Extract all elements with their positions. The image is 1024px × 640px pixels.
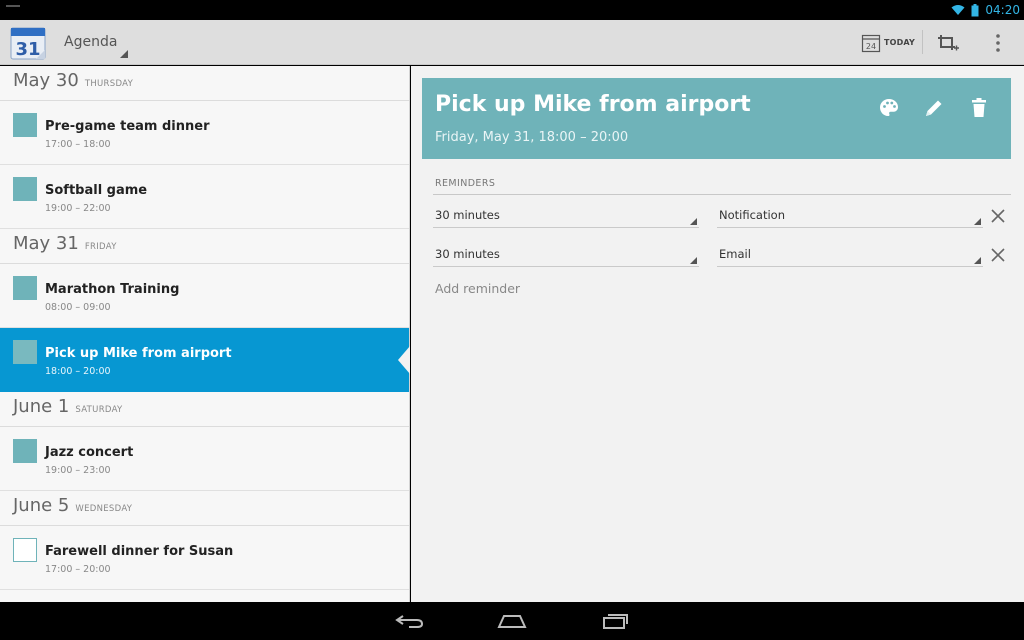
reminder-time-select[interactable]: 30 minutes — [433, 243, 699, 267]
add-reminder-button[interactable]: Add reminder — [435, 281, 520, 296]
home-button[interactable] — [484, 606, 540, 636]
status-time: 04:20 — [985, 3, 1020, 17]
new-event-button[interactable] — [924, 20, 972, 65]
today-icon: 24 — [861, 34, 881, 52]
status-icons: 04:20 — [951, 0, 1020, 20]
event-row[interactable]: Marathon Training 08:00 – 09:00 — [0, 264, 409, 328]
reminders-label: REMINDERS — [435, 178, 496, 189]
event-row[interactable]: Pre-game team dinner 17:00 – 18:00 — [0, 101, 409, 165]
remove-reminder-button[interactable] — [987, 244, 1009, 266]
event-header: Pick up Mike from airport Friday, May 31… — [422, 78, 1011, 159]
battery-icon — [971, 3, 979, 16]
reminder-method-select[interactable]: Email — [717, 243, 983, 267]
day-date: June 5 — [13, 495, 70, 516]
remove-reminder-button[interactable] — [987, 205, 1009, 227]
reminders-divider — [433, 194, 1011, 195]
event-row[interactable]: Jazz concert 19:00 – 23:00 — [0, 427, 409, 491]
spinner-arrow-icon — [690, 257, 697, 264]
event-detail-panel: Pick up Mike from airport Friday, May 31… — [411, 66, 1024, 602]
overflow-menu-button[interactable] — [976, 20, 1020, 65]
view-selector[interactable]: Agenda — [56, 20, 136, 65]
event-time: 19:00 – 22:00 — [45, 203, 111, 214]
event-time: 08:00 – 09:00 — [45, 302, 111, 313]
reminder-method-value: Email — [719, 247, 751, 261]
recents-button[interactable] — [588, 606, 644, 636]
reminder-method-select[interactable]: Notification — [717, 204, 983, 228]
day-date: June 1 — [13, 396, 70, 417]
day-header: May 30 THURSDAY — [0, 66, 409, 101]
status-bar: 04:20 — [0, 0, 1024, 20]
event-row-selected[interactable]: Pick up Mike from airport 18:00 – 20:00 — [0, 328, 409, 392]
day-of-week: SATURDAY — [75, 405, 123, 415]
change-color-button[interactable] — [875, 94, 903, 122]
calendar-app-icon[interactable]: 31 — [10, 24, 48, 60]
close-icon — [991, 209, 1005, 223]
event-time: 19:00 – 23:00 — [45, 465, 111, 476]
event-time: 18:00 – 20:00 — [45, 366, 111, 377]
event-time: 17:00 – 20:00 — [45, 564, 111, 575]
day-of-week: THURSDAY — [84, 79, 134, 89]
event-color-swatch — [13, 177, 37, 201]
close-icon — [991, 248, 1005, 262]
event-row[interactable]: Farewell dinner for Susan 17:00 – 20:00 — [0, 526, 409, 590]
event-detail-when: Friday, May 31, 18:00 – 20:00 — [435, 130, 629, 145]
delete-icon — [972, 98, 986, 117]
spinner-arrow-icon — [974, 218, 981, 225]
action-bar: 31 Agenda 24 TODAY — [0, 20, 1024, 65]
overflow-icon — [996, 33, 1000, 52]
navigation-bar — [0, 602, 1024, 640]
selection-pointer — [398, 346, 410, 374]
delete-event-button[interactable] — [965, 94, 993, 122]
home-icon — [497, 615, 527, 628]
day-of-week: WEDNESDAY — [75, 504, 133, 514]
spinner-arrow-icon — [690, 218, 697, 225]
event-title: Pick up Mike from airport — [45, 346, 232, 361]
reminder-time-value: 30 minutes — [435, 208, 500, 222]
event-row[interactable]: Softball game 19:00 – 22:00 — [0, 165, 409, 229]
event-title: Marathon Training — [45, 282, 180, 297]
event-detail-title: Pick up Mike from airport — [435, 92, 751, 117]
new-event-icon — [938, 34, 959, 50]
event-time: 17:00 – 18:00 — [45, 139, 111, 150]
event-color-swatch — [13, 276, 37, 300]
edit-event-button[interactable] — [920, 94, 948, 122]
event-color-swatch — [13, 113, 37, 137]
event-color-swatch — [13, 439, 37, 463]
view-selector-label: Agenda — [64, 34, 118, 50]
reminder-method-value: Notification — [719, 208, 785, 222]
event-title: Softball game — [45, 183, 148, 198]
day-header: May 31 FRIDAY — [0, 229, 409, 264]
notification-icon — [6, 5, 20, 7]
day-header: June 1 SATURDAY — [0, 392, 409, 427]
back-button[interactable] — [382, 606, 438, 636]
today-label: TODAY — [883, 38, 916, 47]
spinner-arrow-icon — [974, 257, 981, 264]
day-date: May 30 — [13, 70, 79, 91]
reminder-time-select[interactable]: 30 minutes — [433, 204, 699, 228]
back-icon — [395, 615, 424, 628]
reminder-time-value: 30 minutes — [435, 247, 500, 261]
recents-icon — [603, 614, 628, 629]
today-icon-day: 24 — [866, 42, 876, 51]
calendar-app-icon-day: 31 — [15, 39, 40, 60]
spinner-arrow-icon — [120, 50, 128, 58]
event-color-swatch — [13, 340, 37, 364]
day-date: May 31 — [13, 233, 79, 254]
agenda-list[interactable]: May 30 THURSDAY Pre-game team dinner 17:… — [0, 66, 410, 602]
day-header: June 5 WEDNESDAY — [0, 491, 409, 526]
palette-icon — [880, 99, 898, 116]
event-title: Farewell dinner for Susan — [45, 544, 234, 559]
event-title: Pre-game team dinner — [45, 119, 210, 134]
action-bar-divider — [922, 30, 923, 54]
edit-icon — [926, 100, 942, 116]
day-of-week: FRIDAY — [84, 242, 117, 252]
wifi-icon — [951, 5, 965, 15]
event-color-swatch — [13, 538, 37, 562]
event-title: Jazz concert — [45, 445, 134, 460]
today-button[interactable]: 24 TODAY — [856, 20, 920, 65]
